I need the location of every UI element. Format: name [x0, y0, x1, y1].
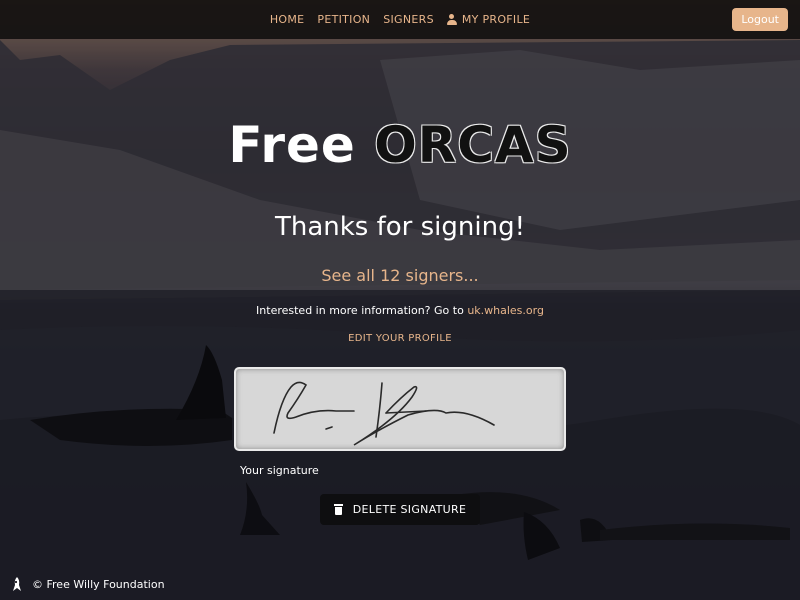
trash-icon — [333, 504, 343, 515]
nav-links: HOME PETITION SIGNERS MY PROFILE — [270, 13, 530, 26]
nav-my-profile-label: MY PROFILE — [461, 13, 531, 26]
top-navbar: HOME PETITION SIGNERS MY PROFILE Logout — [0, 0, 800, 39]
see-all-signers-link[interactable]: See all 12 signers... — [0, 266, 800, 285]
footer: © Free Willy Foundation — [10, 576, 165, 592]
nav-my-profile-link[interactable]: MY PROFILE — [446, 13, 531, 26]
title-free: Free — [228, 116, 356, 174]
title-orcas: ORCAS — [374, 116, 572, 174]
footer-text: © Free Willy Foundation — [32, 577, 165, 591]
signature-canvas[interactable] — [234, 367, 566, 451]
nav-signers-link[interactable]: SIGNERS — [383, 13, 434, 26]
edit-profile-link[interactable]: EDIT YOUR PROFILE — [0, 333, 800, 344]
whales-link[interactable]: uk.whales.org — [467, 304, 544, 317]
page-title: Free ORCAS — [0, 116, 800, 174]
signature-drawing — [273, 381, 495, 446]
nav-petition-link[interactable]: PETITION — [317, 13, 370, 26]
user-icon — [446, 14, 457, 25]
nav-home-link[interactable]: HOME — [270, 13, 305, 26]
delete-signature-label: DELETE SIGNATURE — [352, 503, 467, 516]
delete-signature-button[interactable]: DELETE SIGNATURE — [320, 494, 480, 525]
signature-label: Your signature — [240, 464, 319, 477]
logout-button[interactable]: Logout — [732, 8, 788, 31]
info-label: Interested in more information? Go to — [256, 304, 464, 317]
orca-icon — [13, 577, 21, 591]
thanks-heading: Thanks for signing! — [274, 212, 526, 242]
info-text: Interested in more information? Go to uk… — [0, 304, 800, 317]
